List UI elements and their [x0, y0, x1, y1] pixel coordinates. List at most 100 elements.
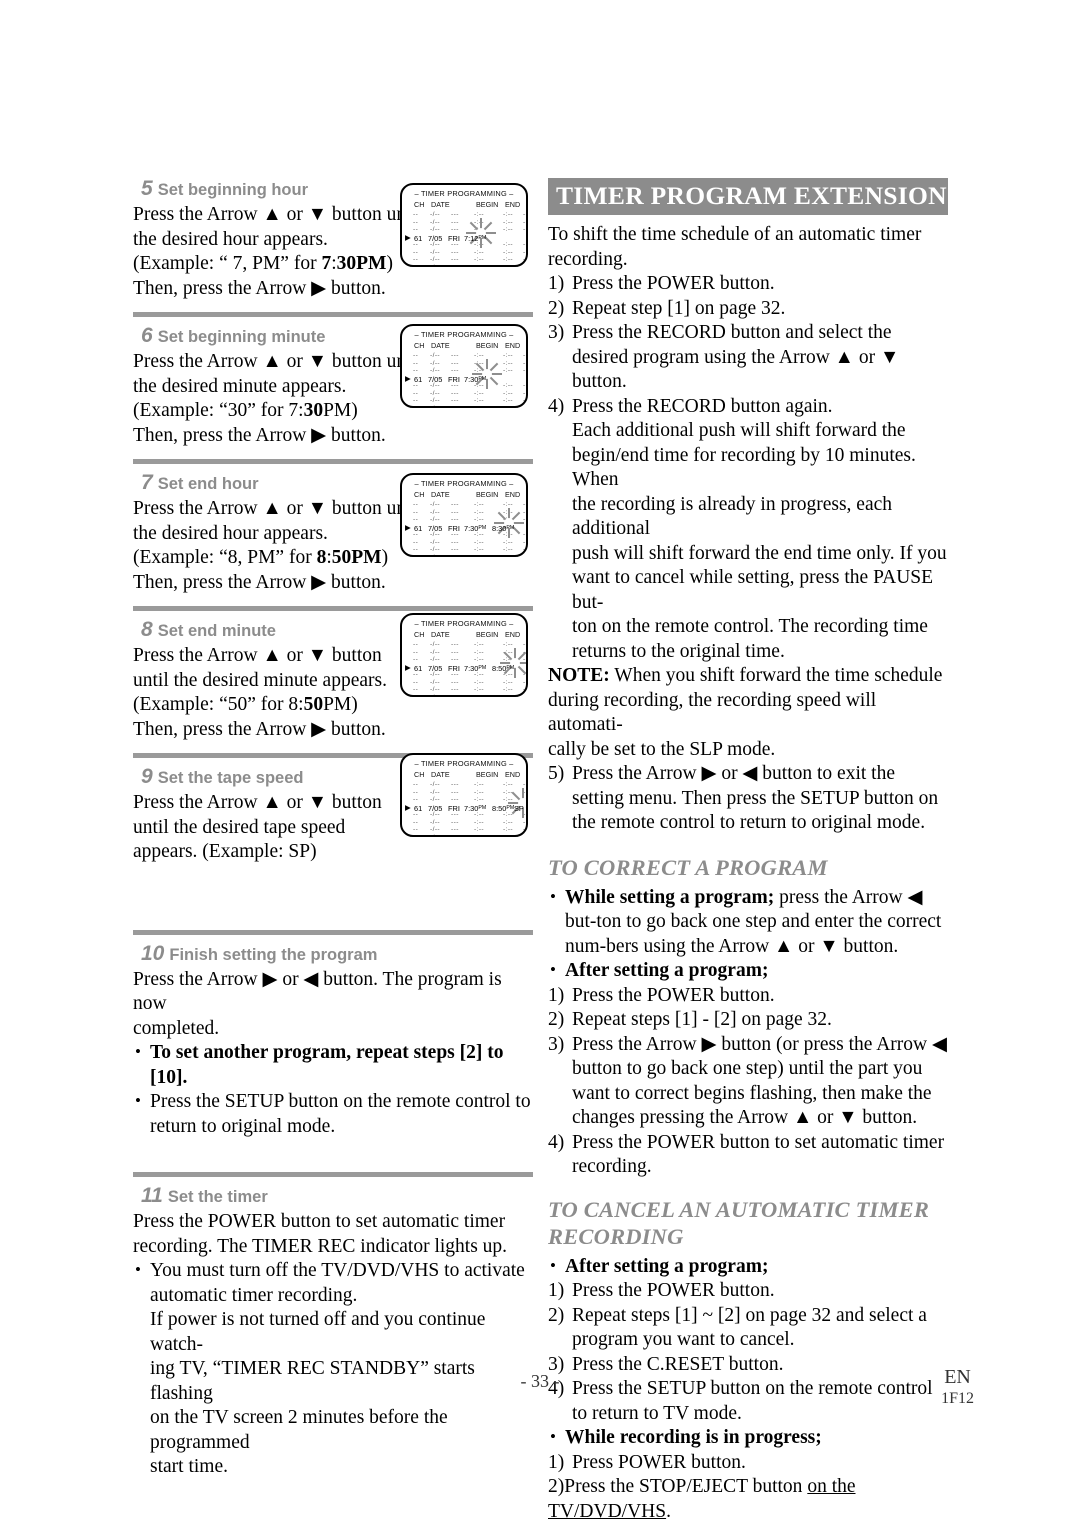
step-10-title: Finish setting the program: [169, 945, 378, 964]
screen-columns: CH DATE BEGIN END: [402, 341, 526, 351]
grid-row: -- -/-- --- -:-- -:-- --: [413, 538, 528, 546]
step-marker: 1): [548, 984, 565, 1006]
note-line-3: cally be set to the SLP mode.: [548, 738, 776, 760]
step-11-tail-1: If power is not turned off and you conti…: [150, 1309, 486, 1355]
footer-codes: EN 1F12: [941, 1366, 974, 1408]
cancel-recording-heading: TO CANCEL AN AUTOMATIC TIMER RECORDING: [548, 1196, 930, 1249]
list-item: 1) Press the POWER button.: [548, 1279, 948, 1304]
step-10: 10 Finish setting the program Press the A…: [133, 941, 533, 1177]
grid-row: -- -/-- --- -:-- -:-- --: [413, 553, 528, 557]
list-item: 2) Repeat steps [1] ~ [2] on page 32 and …: [548, 1304, 948, 1353]
step-10-number: 10: [141, 941, 165, 965]
column-ch: CH: [414, 630, 425, 639]
screen-grid: -- -/-- --- -:-- -:-- -- -- -/-- --- -:-- -:-- -- …: [402, 781, 528, 837]
row-end: 8:30PM: [492, 523, 515, 533]
row-channel: 61: [414, 374, 423, 384]
grid-row: -- -/-- --- -:-- -:-- --: [413, 359, 528, 367]
grid-row: -- -/-- --- -:-- -:-- --: [413, 818, 528, 826]
grid-row: -- -/-- --- -:-- -:-- --: [413, 641, 528, 648]
list-item: While recording is in progress;: [548, 1425, 948, 1451]
program-row: ▶ 61 7/05 FRI 7:30PM: [402, 374, 526, 385]
column-begin: BEGIN: [476, 200, 499, 209]
note-line-2: during recording, the recording speed wi…: [548, 689, 877, 736]
step-11-tail: If power is not turned off and you conti…: [133, 1308, 533, 1480]
row-speed: SP: [514, 803, 524, 813]
divider: [133, 312, 533, 317]
screen-columns: CH DATE BEGIN END: [402, 770, 526, 780]
step-11-tail-4: start time.: [150, 1456, 228, 1477]
row-pointer-icon: ▶: [405, 803, 411, 812]
grid-row: -- -/-- --- -:-- -:-- --: [413, 678, 528, 686]
row-day: FRI: [448, 374, 460, 384]
divider: [133, 606, 533, 611]
cancel-bullet-1: After setting a program;: [565, 1255, 769, 1277]
step-5-title: Set beginning hour: [157, 181, 309, 199]
list-item: 4) Press the RECORD button again.: [548, 395, 948, 420]
row-pointer-icon: ▶: [405, 523, 411, 532]
page-number: - 33 -: [520, 1371, 560, 1391]
step-10-body: Press the Arrow ▶ or ◀ button. The progr…: [133, 968, 533, 1140]
column-begin: BEGIN: [476, 770, 499, 779]
step-text-underlined: 2)Press the STOP/EJECT button on the TV/D…: [548, 1476, 856, 1522]
step-10-bullet-1: To set another program, repeat steps [2]…: [150, 1042, 504, 1088]
list-item: 2) Repeat steps [1] - [2] on page 32.: [548, 1008, 948, 1033]
column-ch: CH: [414, 770, 425, 779]
row-end: 8:50PM: [492, 663, 515, 673]
step-11-heading: 11 Set the timer: [133, 1185, 533, 1208]
step-text: Press the POWER button.: [572, 1280, 775, 1301]
cancel-steps-after: 1) Press the POWER button. 2) Repeat steps…: [548, 1279, 948, 1426]
step-marker: 4): [548, 395, 565, 417]
screen-title: – TIMER PROGRAMMING –: [414, 189, 514, 198]
column-begin: BEGIN: [476, 490, 499, 499]
correct-bullet-1-lead: While setting a program;: [565, 886, 775, 908]
extension-step5: 5) Press the Arrow ▶ or ◀ button to exit …: [548, 762, 948, 836]
screen-title: – TIMER PROGRAMMING –: [414, 479, 514, 488]
list-item: 1) Press the POWER button.: [548, 984, 948, 1009]
step-marker: 3): [548, 322, 565, 343]
grid-row: -- -/-- --- -:-- -:-- --: [413, 211, 528, 218]
document-code: 1F12: [941, 1390, 974, 1407]
step-11-bullet-1: You must turn off the TV/DVD/VHS to acti…: [150, 1260, 525, 1306]
grid-row: -- -/-- --- -:-- -:-- --: [413, 833, 528, 837]
para-line-3: the recording is already in progress, ea…: [572, 493, 892, 540]
step-text: Repeat steps [1] - [2] on page 32.: [572, 1009, 832, 1030]
list-item: You must turn off the TV/DVD/VHS to acti…: [133, 1258, 533, 1308]
intro-line-1: To shift the time schedule of an automat…: [548, 224, 922, 245]
correct-bullet-2-lead: After setting a program;: [565, 960, 769, 981]
divider: [133, 459, 533, 464]
step-marker: 2): [548, 1304, 565, 1326]
step-7-line-4: Then, press the Arrow ▶ button.: [133, 571, 386, 593]
column-end: END: [505, 341, 521, 350]
program-row: ▶ 61 7/05 FRI 7:12PM: [402, 233, 526, 244]
grid-row: -- -/-- --- -:-- -:-- --: [413, 686, 528, 693]
column-date: DATE: [431, 341, 450, 350]
step-text: Press POWER button.: [572, 1451, 746, 1473]
row-begin: 7:30PM: [464, 374, 487, 384]
row-end: 8:50PM: [492, 803, 515, 813]
step-10-line-2: completed.: [133, 1017, 220, 1039]
timer-programming-screen-step5: – TIMER PROGRAMMING – CH DATE BEGIN END …: [400, 183, 528, 267]
step-11-number: 11: [141, 1184, 163, 1207]
column-begin: BEGIN: [476, 630, 499, 639]
step-11-line-1: Press the POWER button to set automatic …: [133, 1211, 506, 1232]
step-text: Repeat step [1] on page 32.: [572, 297, 786, 319]
column-ch: CH: [414, 200, 425, 209]
grid-row: -- -/-- --- -:-- -:-- --: [413, 226, 528, 233]
grid-row: -- -/-- --- -:-- -:-- --: [413, 218, 528, 226]
step-8-number: 8: [141, 618, 153, 641]
step-10-bullet-2: Press the SETUP button on the remote con…: [150, 1091, 531, 1137]
grid-row: -- -/-- --- -:-- -:-- --: [413, 508, 528, 516]
step-marker: 5): [548, 763, 565, 784]
column-date: DATE: [431, 200, 450, 209]
correct-steps: 1) Press the POWER button. 2) Repeat steps…: [548, 984, 948, 1180]
step-10-bullets: To set another program, repeat steps [2]…: [133, 1040, 533, 1139]
screen-title: – TIMER PROGRAMMING –: [414, 619, 514, 628]
para-line-4: push will shift forward the end time onl…: [572, 542, 947, 564]
column-date: DATE: [431, 630, 450, 639]
manual-page: 5 Set beginning hour Press the Arrow ▲ or…: [0, 0, 1080, 1528]
list-item: After setting a program;: [548, 1254, 948, 1280]
para-line-5: want to cancel while setting, press the …: [572, 567, 934, 613]
step-11-bullets: You must turn off the TV/DVD/VHS to acti…: [133, 1258, 533, 1308]
screen-grid: -- -/-- --- -:-- -:-- -- -- -/-- --- -:-- -:-- -- …: [402, 211, 528, 265]
row-date: 7/05: [428, 374, 443, 384]
